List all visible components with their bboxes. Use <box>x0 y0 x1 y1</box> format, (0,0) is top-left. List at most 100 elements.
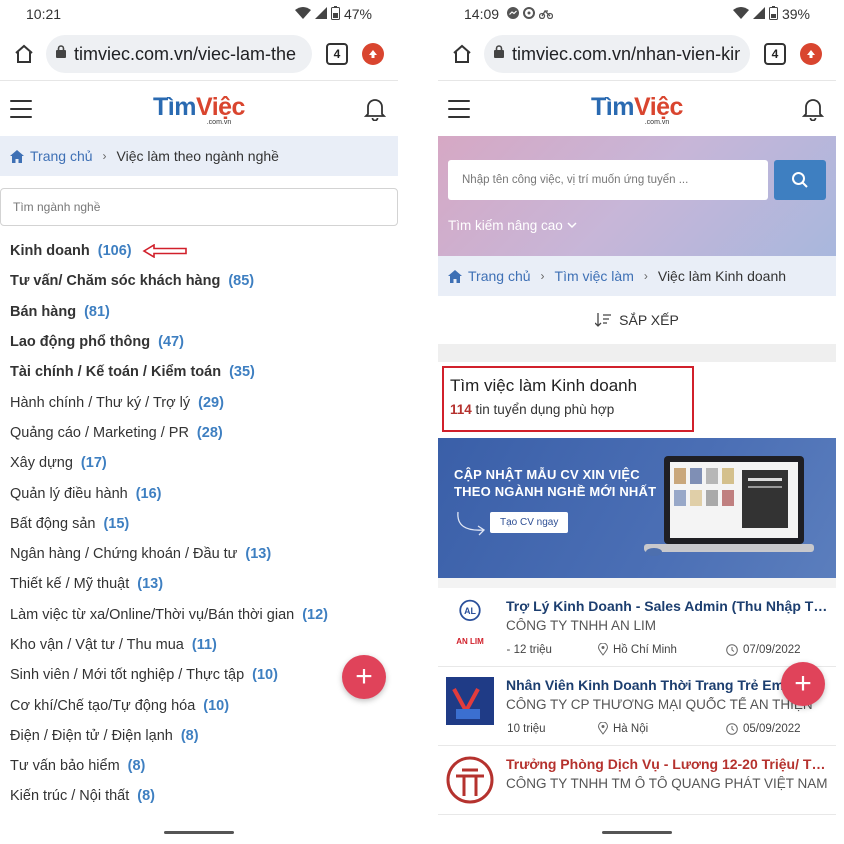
category-count: (16) <box>135 485 162 502</box>
cv-promo-banner[interactable]: CẬP NHẬT MẪU CV XIN VIỆC THEO NGÀNH NGHỀ… <box>438 438 836 578</box>
gesture-nav-handle[interactable] <box>164 831 234 834</box>
home-icon[interactable] <box>448 40 476 68</box>
category-item[interactable]: Kiến trúc / Nội thất (8) <box>0 781 398 811</box>
sort-icon <box>595 313 612 327</box>
lock-icon <box>56 45 66 63</box>
job-title[interactable]: Trưởng Phòng Dịch Vụ - Lương 12-20 Triệu… <box>506 756 828 772</box>
category-item[interactable]: Lao động phổ thông (47) <box>0 327 398 357</box>
category-name: Quảng cáo / Marketing / PR <box>10 424 189 441</box>
category-item[interactable]: Kho vận / Vật tư / Thu mua (11) <box>0 630 398 660</box>
category-item[interactable]: Thiết kế / Mỹ thuật (13) <box>0 569 398 599</box>
bell-icon[interactable] <box>800 96 826 122</box>
job-card[interactable]: KIDS Nhân Viên Kinh Doanh Thời Trang Trẻ … <box>438 667 836 746</box>
category-name: Quản lý điều hành <box>10 485 128 502</box>
messenger-icon <box>507 6 520 22</box>
job-search-input[interactable]: Nhập tên công việc, vị trí muốn ứng tuyể… <box>448 160 768 200</box>
address-bar[interactable]: timviec.com.vn/nhan-vien-kin <box>484 35 750 73</box>
category-item[interactable]: Sinh viên / Mới tốt nghiệp / Thực tập (10… <box>0 660 398 690</box>
breadcrumb-home[interactable]: Trang chủ <box>10 148 93 164</box>
category-count: (8) <box>127 758 146 775</box>
category-count: (85) <box>228 273 255 290</box>
breadcrumb: Trang chủ › Việc làm theo ngành nghề <box>0 136 398 176</box>
category-name: Ngân hàng / Chứng khoán / Đầu tư <box>10 546 238 563</box>
tab-switcher-button[interactable]: 4 <box>764 43 786 65</box>
hamburger-menu-icon[interactable] <box>448 99 470 118</box>
left-screen: 10:21 47% timviec.com.vn/viec-lam-the 4 … <box>0 0 398 844</box>
category-name: Sinh viên / Mới tốt nghiệp / Thực tập <box>10 667 245 684</box>
site-header: TìmViệc .com.vn <box>438 80 836 136</box>
banner-line-2: THEO NGÀNH NGHỀ MỚI NHẤT <box>454 484 657 499</box>
breadcrumb-home-label: Trang chủ <box>468 268 531 284</box>
gesture-nav-handle[interactable] <box>602 831 672 834</box>
banner-line-1: CẬP NHẬT MẪU CV XIN VIỆC <box>454 467 640 482</box>
advanced-search-toggle[interactable]: Tìm kiếm nâng cao <box>448 218 826 233</box>
hamburger-menu-icon[interactable] <box>10 99 32 118</box>
search-button[interactable] <box>774 160 826 200</box>
breadcrumb-find-jobs[interactable]: Tìm việc làm <box>555 268 634 284</box>
date-text: 05/09/2022 <box>743 722 801 735</box>
create-cv-button[interactable]: Tạo CV ngay <box>490 512 569 533</box>
category-name: Kinh doanh <box>10 243 90 260</box>
site-logo[interactable]: TìmViệc .com.vn <box>591 93 683 126</box>
category-item[interactable]: Cơ khí/Chế tạo/Tự động hóa (10) <box>0 690 398 720</box>
job-card[interactable]: AL AN LIM Trợ Lý Kinh Doanh - Sales Admin … <box>438 578 836 667</box>
category-item[interactable]: Tư vấn bảo hiểm (8) <box>0 751 398 781</box>
location-text: Hà Nội <box>613 722 649 735</box>
company-logo-text: AN LIM <box>456 637 484 646</box>
job-title[interactable]: Nhân Viên Kinh Doanh Thời Trang Trẻ Em <box>506 677 828 693</box>
category-name: Điện / Điện tử / Điện lạnh <box>10 727 173 744</box>
bell-icon[interactable] <box>362 96 388 122</box>
category-item[interactable]: Quản lý điều hành (16) <box>0 478 398 508</box>
sort-button[interactable]: SẮP XẾP <box>438 296 836 344</box>
category-item[interactable]: Xây dựng (17) <box>0 448 398 478</box>
category-item[interactable]: Bất động sản (15) <box>0 509 398 539</box>
job-list: AL AN LIM Trợ Lý Kinh Doanh - Sales Admin … <box>438 578 836 815</box>
category-item[interactable]: Điện / Điện tử / Điện lạnh (8) <box>0 721 398 751</box>
browser-toolbar: timviec.com.vn/viec-lam-the 4 <box>0 28 398 80</box>
category-search-input[interactable]: Tìm ngành nghề <box>0 188 398 226</box>
category-item[interactable]: Ngân hàng / Chứng khoán / Đầu tư (13) <box>0 539 398 569</box>
category-count: (35) <box>229 364 255 381</box>
breadcrumb: Trang chủ › Tìm việc làm › Việc làm Kinh… <box>438 256 836 296</box>
result-summary: Tìm việc làm Kinh doanh 114 tin tuyển dụ… <box>442 366 694 432</box>
category-count: (13) <box>245 546 272 563</box>
svg-text:AL: AL <box>464 606 476 616</box>
category-item[interactable]: Bán hàng (81) <box>0 297 398 327</box>
category-item[interactable]: Tư vấn/ Chăm sóc khách hàng (85) <box>0 266 398 296</box>
category-item[interactable]: Hành chính / Thư ký / Trợ lý (29) <box>0 387 398 417</box>
update-icon[interactable] <box>362 43 384 65</box>
company-name: CÔNG TY TNHH AN LIM <box>506 618 657 633</box>
category-count: (17) <box>80 455 107 472</box>
breadcrumb-current: Việc làm theo ngành nghề <box>116 148 279 164</box>
banner-text: CẬP NHẬT MẪU CV XIN VIỆC THEO NGÀNH NGHỀ… <box>454 466 656 500</box>
status-time: 10:21 <box>26 6 62 22</box>
job-card[interactable]: Trưởng Phòng Dịch Vụ - Lương 12-20 Triệu… <box>438 746 836 815</box>
category-name: Tư vấn/ Chăm sóc khách hàng <box>10 273 221 290</box>
home-icon[interactable] <box>10 40 38 68</box>
breadcrumb-home[interactable]: Trang chủ <box>448 268 531 284</box>
status-bar: 10:21 47% <box>0 0 398 28</box>
wifi-icon <box>294 6 311 22</box>
add-fab-button[interactable]: + <box>781 662 825 706</box>
category-item[interactable]: Quảng cáo / Marketing / PR (28) <box>0 418 398 448</box>
status-time: 14:09 <box>464 6 500 22</box>
category-item[interactable]: Kinh doanh (106) <box>0 236 398 266</box>
category-count: (10) <box>252 667 278 684</box>
category-item[interactable]: Làm việc từ xa/Online/Thời vụ/Bán thời g… <box>0 600 398 630</box>
logo-text-b: Việc <box>195 93 245 121</box>
house-icon <box>10 149 24 163</box>
category-name: Lao động phổ thông <box>10 334 151 351</box>
add-fab-button[interactable]: + <box>342 655 386 699</box>
result-count: 114 tin tuyển dụng phù hợp <box>450 402 686 417</box>
address-bar[interactable]: timviec.com.vn/viec-lam-the <box>46 35 312 73</box>
update-icon[interactable] <box>800 43 822 65</box>
category-name: Làm việc từ xa/Online/Thời vụ/Bán thời g… <box>10 606 295 623</box>
site-logo[interactable]: TìmViệc .com.vn <box>153 93 245 126</box>
category-item[interactable]: Tài chính / Kế toán / Kiểm toán (35) <box>0 357 398 387</box>
job-meta: $10 triệu - 12 triệuHồ Chí Minh07/09/202… <box>506 643 828 656</box>
tab-switcher-button[interactable]: 4 <box>326 43 348 65</box>
job-title[interactable]: Trợ Lý Kinh Doanh - Sales Admin (Thu Nhậ… <box>506 598 828 614</box>
breadcrumb-home-label: Trang chủ <box>30 148 93 164</box>
job-meta: $7 triệu - 10 triệuHà Nội05/09/2022 <box>506 722 828 735</box>
category-list: Kinh doanh (106) Tư vấn/ Chăm sóc khách hà… <box>0 236 398 812</box>
